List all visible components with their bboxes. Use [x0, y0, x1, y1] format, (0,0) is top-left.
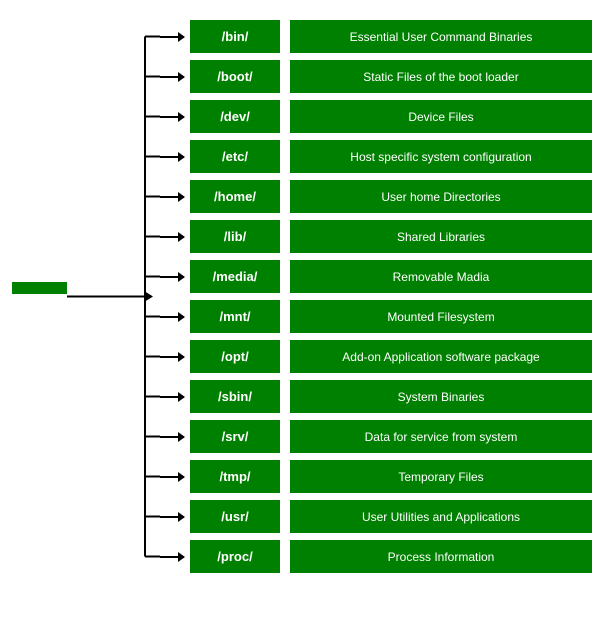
table-row: /media/Removable Madia: [160, 258, 592, 295]
arrow-connector: [160, 472, 190, 482]
dir-label: /boot/: [190, 60, 280, 93]
desc-label: Data for service from system: [290, 420, 592, 453]
dir-label: /home/: [190, 180, 280, 213]
table-row: /tmp/Temporary Files: [160, 458, 592, 495]
diagram: /bin/Essential User Command Binaries/boo…: [0, 0, 602, 593]
dir-label: /usr/: [190, 500, 280, 533]
arrow-connector: [160, 72, 190, 82]
arrow-connector: [160, 152, 190, 162]
table-row: /dev/Device Files: [160, 98, 592, 135]
arrow-connector: [160, 552, 190, 562]
table-row: /bin/Essential User Command Binaries: [160, 18, 592, 55]
desc-label: User home Directories: [290, 180, 592, 213]
arrow-connector: [160, 232, 190, 242]
table-row: /home/User home Directories: [160, 178, 592, 215]
desc-label: Removable Madia: [290, 260, 592, 293]
dir-label: /mnt/: [190, 300, 280, 333]
table-row: /sbin/System Binaries: [160, 378, 592, 415]
dir-label: /media/: [190, 260, 280, 293]
dir-label: /proc/: [190, 540, 280, 573]
desc-label: Process Information: [290, 540, 592, 573]
desc-label: Mounted Filesystem: [290, 300, 592, 333]
dir-label: /opt/: [190, 340, 280, 373]
arrow-connector: [160, 192, 190, 202]
desc-label: System Binaries: [290, 380, 592, 413]
arrow-connector: [160, 112, 190, 122]
dir-label: /etc/: [190, 140, 280, 173]
table-row: /lib/Shared Libraries: [160, 218, 592, 255]
dir-label: /tmp/: [190, 460, 280, 493]
dir-label: /lib/: [190, 220, 280, 253]
table-row: /usr/User Utilities and Applications: [160, 498, 592, 535]
arrow-connector: [160, 512, 190, 522]
desc-label: Device Files: [290, 100, 592, 133]
arrow-connector: [160, 312, 190, 322]
desc-label: Essential User Command Binaries: [290, 20, 592, 53]
arrow-connector: [160, 272, 190, 282]
desc-label: Static Files of the boot loader: [290, 60, 592, 93]
root-label: [12, 282, 67, 294]
arrow-connector: [160, 392, 190, 402]
table-row: /opt/Add-on Application software package: [160, 338, 592, 375]
desc-label: Host specific system configuration: [290, 140, 592, 173]
table-row: /etc/Host specific system configuration: [160, 138, 592, 175]
dir-label: /sbin/: [190, 380, 280, 413]
desc-label: Add-on Application software package: [290, 340, 592, 373]
desc-label: Temporary Files: [290, 460, 592, 493]
desc-label: Shared Libraries: [290, 220, 592, 253]
arrow-connector: [160, 352, 190, 362]
desc-label: User Utilities and Applications: [290, 500, 592, 533]
table-row: /proc/Process Information: [160, 538, 592, 575]
dir-label: /srv/: [190, 420, 280, 453]
rows-container: /bin/Essential User Command Binaries/boo…: [160, 10, 592, 583]
table-row: /srv/Data for service from system: [160, 418, 592, 455]
dir-label: /dev/: [190, 100, 280, 133]
arrow-connector: [160, 32, 190, 42]
arrow-connector: [160, 432, 190, 442]
table-row: /mnt/Mounted Filesystem: [160, 298, 592, 335]
table-row: /boot/Static Files of the boot loader: [160, 58, 592, 95]
root-box: [12, 282, 67, 312]
dir-label: /bin/: [190, 20, 280, 53]
